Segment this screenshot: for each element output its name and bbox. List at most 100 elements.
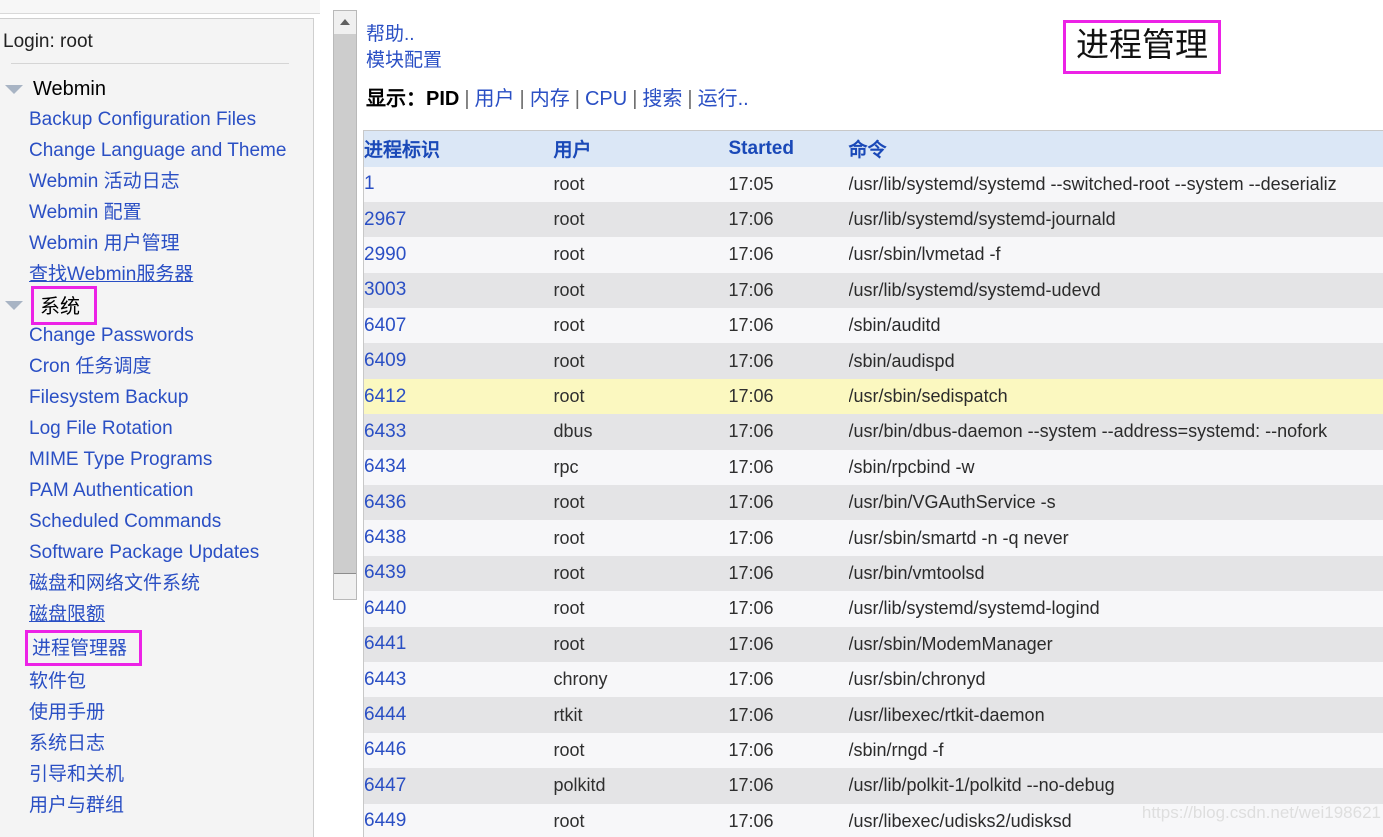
cell-started: 17:06 bbox=[728, 704, 774, 725]
pid-link[interactable]: 6444 bbox=[364, 704, 406, 725]
pid-link[interactable]: 2967 bbox=[364, 209, 406, 230]
sidebar-item[interactable]: 磁盘限额 bbox=[0, 599, 313, 630]
table-row[interactable]: 6409 root 17:06/sbin/audispd bbox=[363, 343, 1383, 379]
module-link-1[interactable]: 模块配置 bbox=[366, 48, 1383, 74]
sidebar-item[interactable]: Webmin 配置 bbox=[0, 197, 313, 228]
cell-pid: 2990 bbox=[364, 237, 554, 272]
table-row[interactable]: 6439 root 17:06/usr/bin/vmtoolsd bbox=[363, 555, 1383, 592]
pid-link[interactable]: 6441 bbox=[364, 633, 406, 654]
sidebar-item[interactable]: Software Package Updates bbox=[0, 537, 313, 568]
process-table-body: 1 root 17:05/usr/lib/systemd/systemd --swi… bbox=[363, 166, 1383, 837]
sidebar-item[interactable]: Change Language and Theme bbox=[0, 135, 313, 166]
sidebar-item[interactable]: Webmin 活动日志 bbox=[0, 166, 313, 197]
table-row[interactable]: 6407 root 17:06/sbin/auditd bbox=[363, 308, 1383, 344]
pid-link[interactable]: 1 bbox=[364, 173, 375, 194]
sidebar-item[interactable]: 磁盘和网络文件系统 bbox=[0, 568, 313, 599]
column-header-started[interactable]: Started bbox=[729, 131, 849, 167]
table-row[interactable]: 6446 root 17:06/sbin/rngd -f bbox=[363, 732, 1383, 769]
table-row[interactable]: 6433 dbus 17:06/usr/bin/dbus-daemon --syst… bbox=[363, 414, 1383, 450]
sidebar-item[interactable]: Cron 任务调度 bbox=[0, 351, 313, 382]
pid-link[interactable]: 6447 bbox=[364, 775, 406, 796]
table-row[interactable]: 6438 root 17:06/usr/sbin/smartd -n -q neve… bbox=[363, 520, 1383, 556]
sidebar-item[interactable]: 使用手册 bbox=[0, 697, 313, 728]
display-mode-option[interactable]: 搜索 bbox=[642, 88, 682, 110]
pid-link[interactable]: 6436 bbox=[364, 492, 406, 513]
cell-pid: 6441 bbox=[364, 627, 554, 662]
cell-command: /usr/bin/dbus-daemon --system --address=… bbox=[848, 421, 1328, 442]
sidebar-item[interactable]: PAM Authentication bbox=[0, 475, 313, 506]
pid-link[interactable]: 6407 bbox=[364, 315, 406, 336]
display-mode-option[interactable]: 用户 bbox=[475, 88, 515, 110]
cell-started: 17:06 bbox=[728, 244, 774, 265]
cell-user: root bbox=[553, 633, 585, 654]
module-link-0[interactable]: 帮助.. bbox=[366, 22, 1383, 48]
cell-started: 17:06 bbox=[728, 527, 774, 548]
sidebar-item[interactable]: 软件包 bbox=[0, 666, 313, 697]
pid-link[interactable]: 6440 bbox=[364, 598, 406, 619]
sidebar-item[interactable]: MIME Type Programs bbox=[0, 444, 313, 475]
cell-started: 17:06 bbox=[728, 386, 774, 407]
table-row[interactable]: 6444 rtkit 17:06/usr/libexec/rtkit-daemon bbox=[363, 697, 1383, 733]
pid-link[interactable]: 6434 bbox=[364, 456, 406, 477]
table-row[interactable]: 6412 root 17:06/usr/sbin/sedispatch bbox=[363, 378, 1383, 415]
cell-pid: 6446 bbox=[364, 733, 554, 768]
sidebar-item[interactable]: Scheduled Commands bbox=[0, 506, 313, 537]
pid-link[interactable]: 6449 bbox=[364, 810, 406, 831]
sidebar-item[interactable]: 用户与群组 bbox=[0, 790, 313, 821]
cell-user: root bbox=[553, 739, 585, 760]
sidebar-scrollbar[interactable] bbox=[333, 10, 357, 600]
table-row[interactable]: 3003 root 17:06/usr/lib/systemd/systemd-ud… bbox=[363, 272, 1383, 309]
table-row[interactable]: 1 root 17:05/usr/lib/systemd/systemd --swi… bbox=[363, 166, 1383, 202]
login-label: Login: root bbox=[3, 31, 93, 52]
pid-link[interactable]: 2990 bbox=[364, 244, 406, 265]
pid-link[interactable]: 6446 bbox=[364, 739, 406, 760]
sidebar-item[interactable]: 进程管理器 bbox=[25, 630, 143, 666]
column-header-pid[interactable]: 进程标识 bbox=[364, 131, 554, 167]
display-mode-separator: | bbox=[464, 88, 470, 110]
sidebar-item[interactable]: Change Passwords bbox=[0, 320, 313, 351]
pid-link[interactable]: 6412 bbox=[364, 386, 406, 407]
cell-user: rtkit bbox=[553, 704, 583, 725]
table-row[interactable]: 2967 root 17:06/usr/lib/systemd/systemd-jo… bbox=[363, 201, 1383, 238]
pid-link[interactable]: 6433 bbox=[364, 421, 406, 442]
sidebar-item[interactable]: Webmin 用户管理 bbox=[0, 228, 313, 259]
sidebar-item[interactable]: 引导和关机 bbox=[0, 759, 313, 790]
pid-link[interactable]: 6409 bbox=[364, 350, 406, 371]
cell-pid: 6447 bbox=[364, 768, 554, 803]
main-content: 帮助.. 模块配置 显示：PID | 用户 | 内存 | CPU | 搜索 | 运行.. 进程管理 进… bbox=[360, 0, 1383, 837]
column-header-user[interactable]: 用户 bbox=[554, 131, 729, 167]
sidebar-item[interactable]: Filesystem Backup bbox=[0, 382, 313, 413]
sidebar-item[interactable]: Backup Configuration Files bbox=[0, 104, 313, 135]
table-row[interactable]: 6434 rpc 17:06/sbin/rpcbind -w bbox=[363, 449, 1383, 486]
pid-link[interactable]: 3003 bbox=[364, 279, 406, 300]
cell-user: root bbox=[553, 810, 585, 831]
column-header-command[interactable]: 命令 bbox=[849, 131, 1383, 167]
sidebar-group-0[interactable]: Webmin bbox=[0, 74, 313, 104]
table-row[interactable]: 6441 root 17:06/usr/sbin/ModemManager bbox=[363, 626, 1383, 662]
triangle-down-icon bbox=[5, 300, 23, 310]
cell-command: /usr/lib/systemd/systemd-journald bbox=[848, 209, 1116, 230]
cell-user: root bbox=[553, 527, 585, 548]
table-row[interactable]: 6436 root 17:06/usr/bin/VGAuthService -s bbox=[363, 485, 1383, 521]
pid-link[interactable]: 6443 bbox=[364, 669, 406, 690]
table-row[interactable]: 6443 chrony 17:06/usr/sbin/chronyd bbox=[363, 661, 1383, 698]
table-row[interactable]: 6449 root 17:06/usr/libexec/udisks2/udisks… bbox=[363, 803, 1383, 837]
pid-link[interactable]: 6438 bbox=[364, 527, 406, 548]
display-mode-option[interactable]: 运行.. bbox=[698, 88, 749, 110]
cell-pid: 6443 bbox=[364, 662, 554, 697]
display-mode-option[interactable]: 内存 bbox=[530, 88, 570, 110]
cell-user: root bbox=[553, 279, 585, 300]
sidebar-item[interactable]: 系统日志 bbox=[0, 728, 313, 759]
cell-user: root bbox=[553, 386, 585, 407]
cell-command: /usr/libexec/udisks2/udisksd bbox=[848, 810, 1072, 831]
scroll-up-button[interactable] bbox=[334, 11, 356, 33]
cell-pid: 6434 bbox=[364, 450, 554, 485]
sidebar-item[interactable]: Log File Rotation bbox=[0, 413, 313, 444]
table-row[interactable]: 6447 polkitd 17:06/usr/lib/polkit-1/polkit… bbox=[363, 768, 1383, 804]
sidebar-group-1[interactable]: 系统 bbox=[0, 285, 313, 325]
pid-link[interactable]: 6439 bbox=[364, 562, 406, 583]
table-row[interactable]: 2990 root 17:06/usr/sbin/lvmetad -f bbox=[363, 237, 1383, 273]
scrollbar-thumb[interactable] bbox=[334, 34, 356, 574]
display-mode-option[interactable]: CPU bbox=[585, 88, 627, 110]
table-row[interactable]: 6440 root 17:06/usr/lib/systemd/systemd-lo… bbox=[363, 591, 1383, 627]
